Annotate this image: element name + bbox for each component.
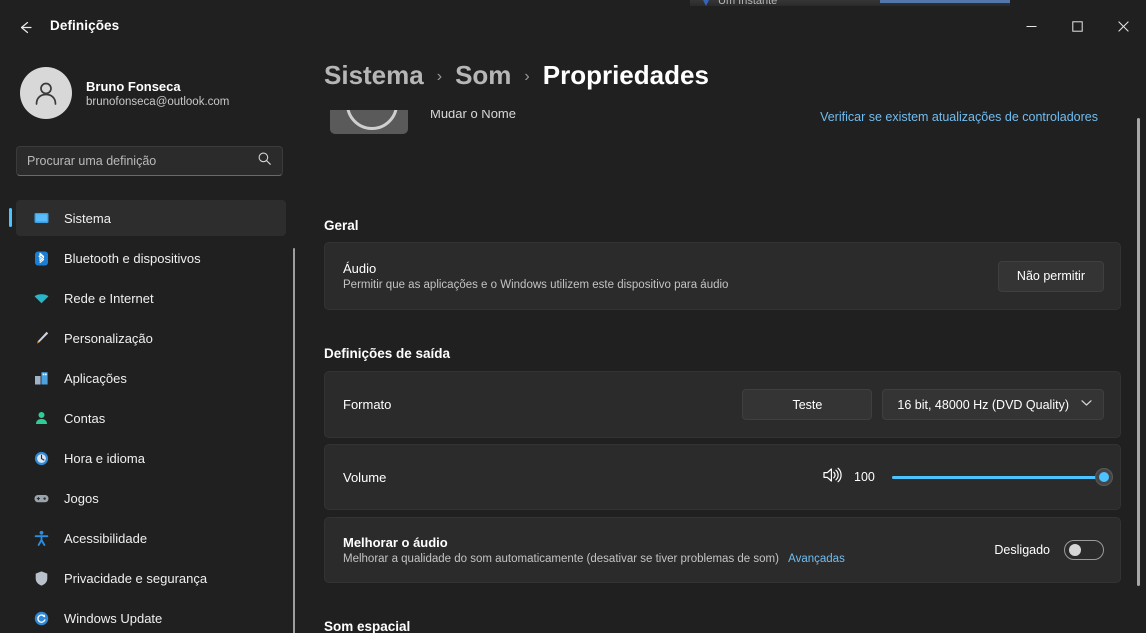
sidebar-item-label: Personalização <box>64 330 153 346</box>
monitor-icon <box>32 209 50 227</box>
sidebar-item-label: Hora e idioma <box>64 450 145 466</box>
sidebar-item-label: Rede e Internet <box>64 290 154 306</box>
window-caption-buttons <box>1008 6 1146 46</box>
search-input[interactable] <box>27 154 257 168</box>
account-card[interactable]: Bruno Fonseca brunofonseca@outlook.com <box>14 63 284 123</box>
background-window-accent <box>880 0 1010 3</box>
title-bar: Definições <box>0 6 1146 48</box>
slider-thumb[interactable] <box>1095 468 1113 486</box>
sidebar-item-rede[interactable]: Rede e Internet <box>16 280 286 316</box>
chevron-down-icon <box>1081 399 1092 410</box>
settings-window: Um Instante Definições Bruno Fonseca bru… <box>0 0 1146 633</box>
sidebar: Bruno Fonseca brunofonseca@outlook.com P… <box>0 48 300 633</box>
test-format-button[interactable]: Teste <box>742 389 873 420</box>
person-icon <box>32 409 50 427</box>
sidebar-item-label: Privacidade e segurança <box>64 570 208 586</box>
slider-fill <box>892 475 1104 479</box>
enhance-audio-description: Melhorar a qualidade do som automaticame… <box>343 553 845 565</box>
card-volume: Volume 100 <box>324 444 1121 510</box>
sidebar-item-windows-update[interactable]: Windows Update <box>16 600 286 633</box>
sidebar-item-aplicacoes[interactable]: Aplicações <box>16 360 286 396</box>
back-button[interactable] <box>8 10 42 44</box>
sidebar-item-label: Contas <box>64 410 106 426</box>
format-value: 16 bit, 48000 Hz (DVD Quality) <box>897 397 1069 412</box>
audio-allow-toggle-button[interactable]: Não permitir <box>997 260 1104 292</box>
sidebar-item-personalizacao[interactable]: Personalização <box>16 320 286 356</box>
check-driver-updates-link[interactable]: Verificar se existem atualizações de con… <box>820 110 1098 124</box>
sidebar-item-label: Aplicações <box>64 370 127 386</box>
volume-slider[interactable] <box>892 468 1113 486</box>
search-box[interactable] <box>16 146 283 176</box>
avatar <box>20 67 72 119</box>
breadcrumb-separator: › <box>436 68 443 85</box>
content-scrollbar[interactable] <box>1137 118 1140 586</box>
gamepad-icon <box>32 489 50 507</box>
audio-title: Áudio <box>343 261 377 276</box>
bluetooth-icon <box>32 249 50 267</box>
speaker-icon[interactable] <box>822 466 842 489</box>
card-melhorar-audio: Melhorar o áudio Melhorar a qualidade do… <box>324 517 1121 583</box>
sidebar-item-jogos[interactable]: Jogos <box>16 480 286 516</box>
sidebar-item-contas[interactable]: Contas <box>16 400 286 436</box>
enhance-audio-description-text: Melhorar a qualidade do som automaticame… <box>343 553 779 565</box>
toggle-knob <box>1069 544 1081 556</box>
brush-icon <box>32 329 50 347</box>
section-title-espacial: Som espacial <box>324 619 411 633</box>
audio-description: Permitir que as aplicações e o Windows u… <box>343 279 729 291</box>
update-icon <box>32 609 50 627</box>
sidebar-item-label: Windows Update <box>64 610 163 626</box>
section-title-saida: Definições de saída <box>324 346 451 361</box>
settings-scroll-region: Mudar o Nome Verificar se existem atuali… <box>300 48 1146 633</box>
wifi-icon <box>32 289 50 307</box>
close-button[interactable] <box>1100 6 1146 46</box>
shield-icon <box>32 569 50 587</box>
card-audio: Áudio Permitir que as aplicações e o Win… <box>324 242 1121 310</box>
sidebar-nav: Sistema Bluetooth e dispositivos Rede e … <box>0 200 300 633</box>
breadcrumb-item-sistema[interactable]: Sistema <box>324 60 424 91</box>
breadcrumb-item-som[interactable]: Som <box>455 60 511 91</box>
enhance-audio-toggle-label: Desligado <box>994 543 1050 557</box>
card-formato: Formato Teste 16 bit, 48000 Hz (DVD Qual… <box>324 371 1121 438</box>
section-title-geral: Geral <box>324 218 359 233</box>
advanced-link[interactable]: Avançadas <box>788 553 845 565</box>
clock-icon <box>32 449 50 467</box>
content-area: Mudar o Nome Verificar se existem atuali… <box>300 48 1146 633</box>
formato-title: Formato <box>343 397 392 412</box>
account-email: brunofonseca@outlook.com <box>86 95 230 108</box>
breadcrumb-item-propriedades: Propriedades <box>542 60 709 90</box>
sidebar-item-label: Sistema <box>64 210 111 226</box>
sidebar-item-label: Acessibilidade <box>64 530 148 546</box>
volume-control: 100 <box>822 466 1113 489</box>
sidebar-scrollbar[interactable] <box>293 248 295 633</box>
minimize-button[interactable] <box>1008 6 1054 46</box>
volume-title: Volume <box>343 469 387 485</box>
account-name: Bruno Fonseca <box>86 78 181 94</box>
breadcrumb-separator: › <box>524 68 530 85</box>
sidebar-item-hora[interactable]: Hora e idioma <box>16 440 286 476</box>
enhance-audio-toggle[interactable] <box>1064 540 1104 560</box>
volume-value: 100 <box>854 470 875 484</box>
apps-icon <box>32 369 50 387</box>
sidebar-item-acessibilidade[interactable]: Acessibilidade <box>16 520 286 556</box>
enhance-audio-title: Melhorar o áudio <box>343 535 448 550</box>
sidebar-item-label: Jogos <box>64 490 99 506</box>
sidebar-item-sistema[interactable]: Sistema <box>9 200 286 236</box>
accessibility-icon <box>32 529 50 547</box>
breadcrumb: Sistema › Som › Propriedades <box>324 60 729 91</box>
page-title: Definições <box>50 18 120 33</box>
format-dropdown[interactable]: 16 bit, 48000 Hz (DVD Quality) <box>882 389 1104 420</box>
sidebar-item-label: Bluetooth e dispositivos <box>64 250 201 266</box>
maximize-button[interactable] <box>1054 6 1100 46</box>
sidebar-item-bluetooth[interactable]: Bluetooth e dispositivos <box>16 240 286 276</box>
search-icon <box>257 151 272 171</box>
sidebar-item-privacidade[interactable]: Privacidade e segurança <box>16 560 286 596</box>
